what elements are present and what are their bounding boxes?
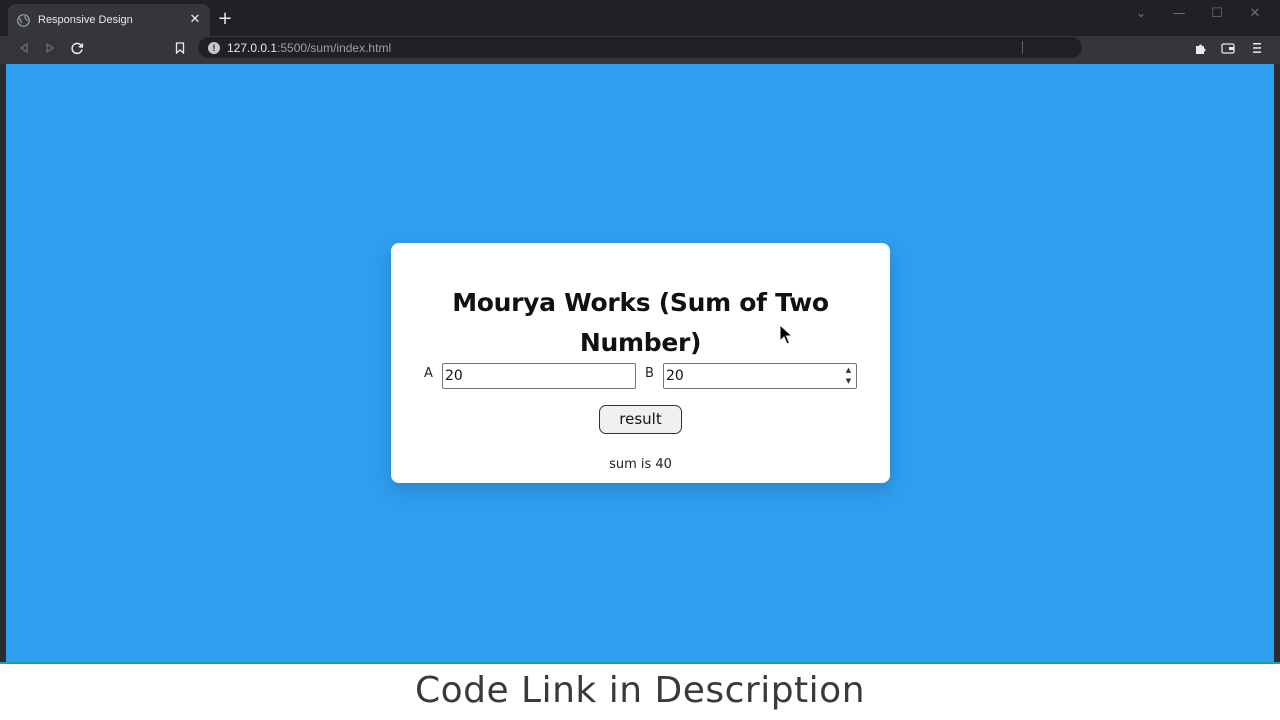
bookmark-icon[interactable] (172, 40, 188, 56)
maximize-icon[interactable]: ☐ (1209, 6, 1225, 21)
tab-title: Responsive Design (38, 14, 133, 26)
wallet-icon[interactable] (1220, 40, 1236, 56)
result-button[interactable]: result (599, 405, 682, 434)
number-stepper[interactable]: ▲ ▼ (843, 366, 854, 386)
site-info-icon[interactable]: ! (208, 41, 220, 54)
address-bar-divider (1022, 41, 1023, 54)
forward-icon[interactable] (42, 40, 58, 56)
close-tab-icon[interactable]: ✕ (188, 13, 202, 27)
sum-output: sum is 40 (609, 457, 672, 472)
number-b-input[interactable]: ▲ ▼ (663, 363, 857, 389)
tab-bar: Responsive Design ✕ + ⌄ — ☐ ✕ (0, 0, 1280, 36)
label-a: A (424, 366, 433, 381)
tab-responsive-design[interactable]: Responsive Design ✕ (8, 4, 210, 36)
extensions-icon[interactable] (1192, 40, 1208, 56)
number-a-input[interactable] (442, 363, 636, 389)
video-caption: Code Link in Description (414, 670, 866, 711)
number-a-value[interactable] (445, 364, 633, 388)
page-title: Mourya Works (Sum of Two Number) (452, 288, 829, 357)
menu-icon[interactable] (1249, 40, 1265, 56)
new-tab-icon[interactable]: + (216, 10, 234, 28)
window-close-icon[interactable]: ✕ (1247, 6, 1263, 21)
mouse-cursor-icon (779, 324, 793, 345)
viewport-right-edge (1274, 64, 1280, 664)
tab-search-chevron-icon[interactable]: ⌄ (1133, 6, 1149, 21)
back-icon[interactable] (16, 40, 32, 56)
reload-icon[interactable] (69, 40, 85, 56)
minimize-icon[interactable]: — (1171, 6, 1187, 21)
step-up-icon[interactable]: ▲ (846, 366, 851, 375)
label-b: B (645, 366, 654, 381)
globe-icon (16, 13, 30, 27)
step-down-icon[interactable]: ▼ (846, 377, 851, 386)
number-b-value[interactable] (666, 364, 836, 388)
url-host: 127.0.0.1 (227, 40, 278, 55)
address-bar[interactable]: ! 127.0.0.1:5500/sum/index.html (198, 37, 1082, 58)
sum-card: Mourya Works (Sum of Two Number) A B ▲ ▼… (391, 243, 890, 483)
url-path: :5500/sum/index.html (277, 40, 392, 55)
